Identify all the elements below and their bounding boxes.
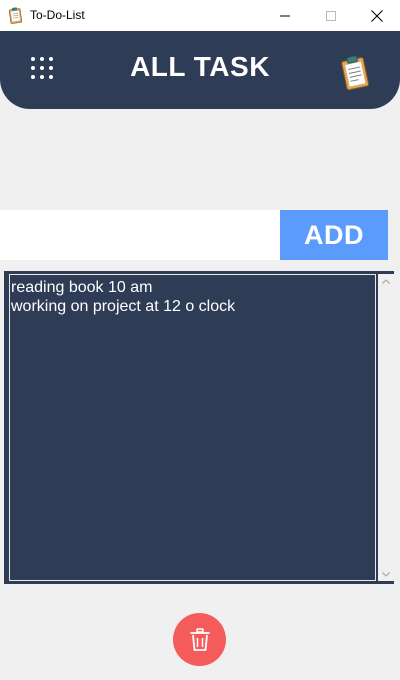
window-titlebar: To-Do-List bbox=[0, 0, 400, 31]
task-listbox[interactable]: reading book 10 am working on project at… bbox=[9, 274, 376, 581]
minimize-icon bbox=[280, 15, 290, 16]
vertical-scrollbar[interactable] bbox=[378, 274, 394, 581]
trash-icon bbox=[189, 627, 210, 651]
task-list-frame: reading book 10 am working on project at… bbox=[4, 271, 394, 584]
chevron-up-icon bbox=[382, 278, 390, 284]
close-icon bbox=[371, 9, 383, 22]
close-button[interactable] bbox=[354, 0, 400, 31]
page-title: ALL TASK bbox=[130, 51, 270, 82]
minimize-button[interactable] bbox=[262, 0, 308, 31]
list-item[interactable]: reading book 10 am bbox=[11, 278, 374, 297]
app-header: ALL TASK bbox=[0, 31, 400, 109]
window-title: To-Do-List bbox=[30, 8, 85, 22]
scroll-down-button[interactable] bbox=[378, 567, 394, 581]
clipboard-icon bbox=[341, 55, 370, 91]
add-button[interactable]: ADD bbox=[280, 210, 388, 260]
grid-dots-icon[interactable] bbox=[31, 57, 53, 79]
scroll-up-button[interactable] bbox=[378, 274, 394, 288]
task-input[interactable] bbox=[0, 210, 280, 260]
list-item[interactable]: working on project at 12 o clock bbox=[11, 297, 374, 316]
maximize-icon bbox=[326, 10, 336, 21]
app-clipboard-icon bbox=[8, 7, 23, 24]
delete-button[interactable] bbox=[173, 613, 226, 666]
maximize-button[interactable] bbox=[308, 0, 354, 31]
chevron-down-icon bbox=[382, 571, 390, 577]
